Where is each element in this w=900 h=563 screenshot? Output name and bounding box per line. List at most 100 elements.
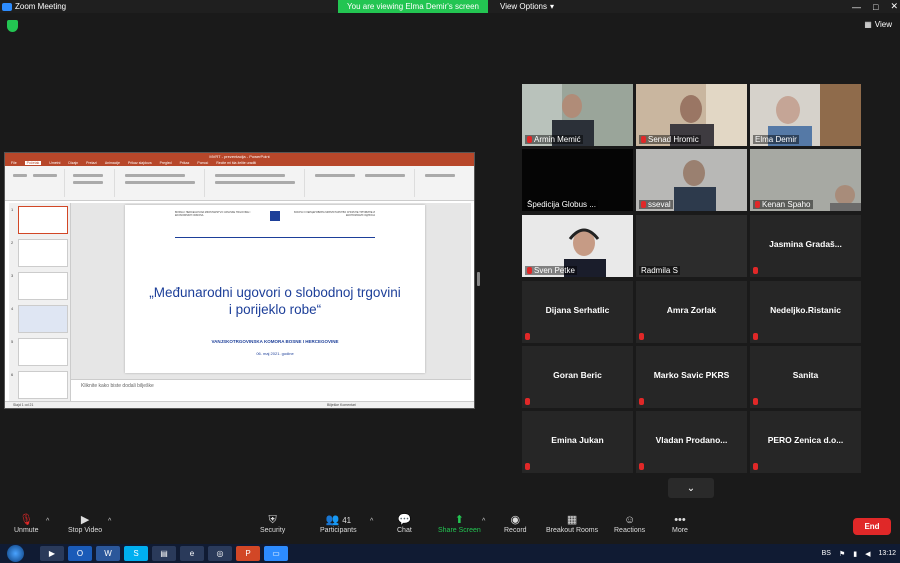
ppt-ribbon [5, 166, 474, 201]
ribbon-button [215, 181, 295, 184]
participant-name: Elma Demir [753, 135, 799, 144]
shield-icon: ⛨ [268, 514, 277, 526]
participant-tile[interactable]: Nedeljko.Ristanic [750, 281, 861, 343]
minimize-button[interactable]: — [852, 2, 861, 12]
thumb-number: 3 [11, 273, 14, 278]
participant-tile-active-speaker[interactable]: Elma Demir [750, 84, 861, 146]
participant-tile[interactable]: Armin Memić [522, 84, 633, 146]
volume-icon[interactable]: ◀ [865, 550, 870, 558]
slide-thumbnail [18, 206, 68, 234]
view-button-label: View [874, 20, 892, 29]
ribbon-button [125, 174, 185, 177]
participant-name: sseval [639, 200, 673, 209]
ppt-tab: Umetni [49, 161, 61, 165]
more-button[interactable]: ••• More [672, 513, 688, 534]
muted-mic-icon [639, 333, 644, 340]
thumb-number: 4 [11, 306, 14, 311]
participants-button[interactable]: 👥 41 Participants [320, 513, 357, 534]
windows-start-icon[interactable] [7, 545, 24, 562]
ppt-slide-area: BOSNA I HERCEGOVINA MINISTARSTVO VANJSKE… [71, 203, 471, 379]
zoom-taskbar-icon[interactable]: ▭ [264, 546, 288, 561]
participant-name-text: Jasmina Gradaš... [769, 239, 842, 249]
participant-tile[interactable]: Špedicija Globus ... [522, 149, 633, 211]
participant-tile[interactable]: Dijana Serhatlic [522, 281, 633, 343]
reactions-button[interactable]: ☺ Reactions [614, 513, 645, 534]
security-button[interactable]: ⛨ Security [260, 513, 285, 534]
powerpoint-icon[interactable]: P [236, 546, 260, 561]
language-indicator[interactable]: BS [822, 550, 831, 557]
participant-tile[interactable]: sseval [636, 149, 747, 211]
internet-explorer-icon[interactable]: e [180, 546, 204, 561]
clock[interactable]: 13:12 [878, 550, 896, 557]
chat-button[interactable]: 💬 Chat [397, 513, 412, 534]
participant-tile[interactable]: Marko Savic PKRS [636, 346, 747, 408]
encryption-shield-icon[interactable] [7, 20, 18, 32]
ppt-tab: File [11, 161, 17, 165]
next-page-button[interactable]: ⌄ [668, 478, 714, 498]
participant-name: Senad Hromic [639, 135, 701, 144]
participant-tile[interactable]: Radmila S [636, 215, 747, 277]
participant-tile[interactable]: Sven Petke [522, 215, 633, 277]
ribbon-button [215, 174, 285, 177]
flag-icon[interactable]: ⚑ [839, 550, 845, 558]
view-options-menu[interactable]: View Options ▾ [500, 0, 554, 13]
thumb-number: 1 [11, 207, 14, 212]
ribbon-button [425, 174, 455, 177]
muted-mic-icon [639, 463, 644, 470]
slide-header-left: BOSNA I HERCEGOVINA MINISTARSTVO VANJSKE… [175, 211, 251, 217]
participant-name: Radmila S [639, 266, 680, 275]
chat-label: Chat [397, 527, 412, 534]
ribbon-button [13, 174, 27, 177]
unmute-button[interactable]: 🎙 Unmute [14, 513, 39, 534]
slide-title-line1: „Međunarodni ugovori o slobodnoj trgovin… [149, 285, 401, 300]
file-explorer-icon[interactable]: ▤ [152, 546, 176, 561]
participant-tile[interactable]: Emina Jukan [522, 411, 633, 473]
view-layout-button[interactable]: ▦ View [864, 20, 892, 29]
chrome-icon[interactable]: ◎ [208, 546, 232, 561]
ppt-notes: Kliknite kako biste dodali bilješke [71, 379, 471, 393]
participant-tile[interactable]: Vladan Prodano... [636, 411, 747, 473]
ppt-tab: Početak [24, 161, 42, 165]
participant-name-text: Goran Beric [553, 370, 602, 380]
participant-tile[interactable]: Amra Zorlak [636, 281, 747, 343]
maximize-button[interactable]: □ [873, 2, 878, 12]
view-options-label: View Options [500, 2, 547, 11]
record-button[interactable]: ◉ Record [504, 513, 527, 534]
skype-icon[interactable]: S [124, 546, 148, 561]
ribbon-button [365, 174, 405, 177]
slide-date: 06. maj 2021. godine [256, 351, 294, 356]
participant-name: Kenan Spaho [753, 200, 813, 209]
muted-mic-icon [753, 463, 758, 470]
video-options-caret[interactable]: ^ [108, 518, 111, 525]
participant-tile[interactable]: Jasmina Gradaš... [750, 215, 861, 277]
muted-mic-icon [527, 267, 532, 274]
ppt-tab: Prikaz [179, 161, 190, 165]
participant-tile[interactable]: Senad Hromic [636, 84, 747, 146]
participant-name: Špedicija Globus ... [525, 200, 598, 209]
close-button[interactable]: ✕ [890, 1, 898, 12]
end-meeting-button[interactable]: End [853, 518, 891, 535]
participants-options-caret[interactable]: ^ [370, 518, 373, 525]
participant-name-text: Nedeljko.Ristanic [770, 305, 841, 315]
slide-canvas: BOSNA I HERCEGOVINA MINISTARSTVO VANJSKE… [125, 205, 425, 373]
unmute-label: Unmute [14, 527, 39, 534]
audio-options-caret[interactable]: ^ [46, 518, 49, 525]
participant-tile[interactable]: Sanita [750, 346, 861, 408]
network-icon[interactable]: ▮ [853, 550, 857, 558]
muted-mic-icon [527, 136, 532, 143]
stop-video-button[interactable]: ▶ Stop Video [68, 513, 102, 534]
participant-tile[interactable]: Goran Beric [522, 346, 633, 408]
participant-name: Armin Memić [525, 135, 583, 144]
participant-tile[interactable]: PERO Zenica d.o... [750, 411, 861, 473]
share-options-caret[interactable]: ^ [482, 518, 485, 525]
breakout-rooms-button[interactable]: ▦ Breakout Rooms [546, 513, 598, 534]
participant-tile[interactable]: Kenan Spaho [750, 149, 861, 211]
people-icon: 👥 41 [325, 514, 352, 526]
split-drag-handle[interactable] [477, 272, 480, 286]
participant-name-text: Senad Hromic [648, 135, 699, 144]
media-player-icon[interactable]: ▶ [40, 546, 64, 561]
word-icon[interactable]: W [96, 546, 120, 561]
outlook-icon[interactable]: O [68, 546, 92, 561]
share-screen-button[interactable]: ⬆ Share Screen [438, 513, 481, 534]
participant-name-text: Marko Savic PKRS [653, 370, 730, 380]
